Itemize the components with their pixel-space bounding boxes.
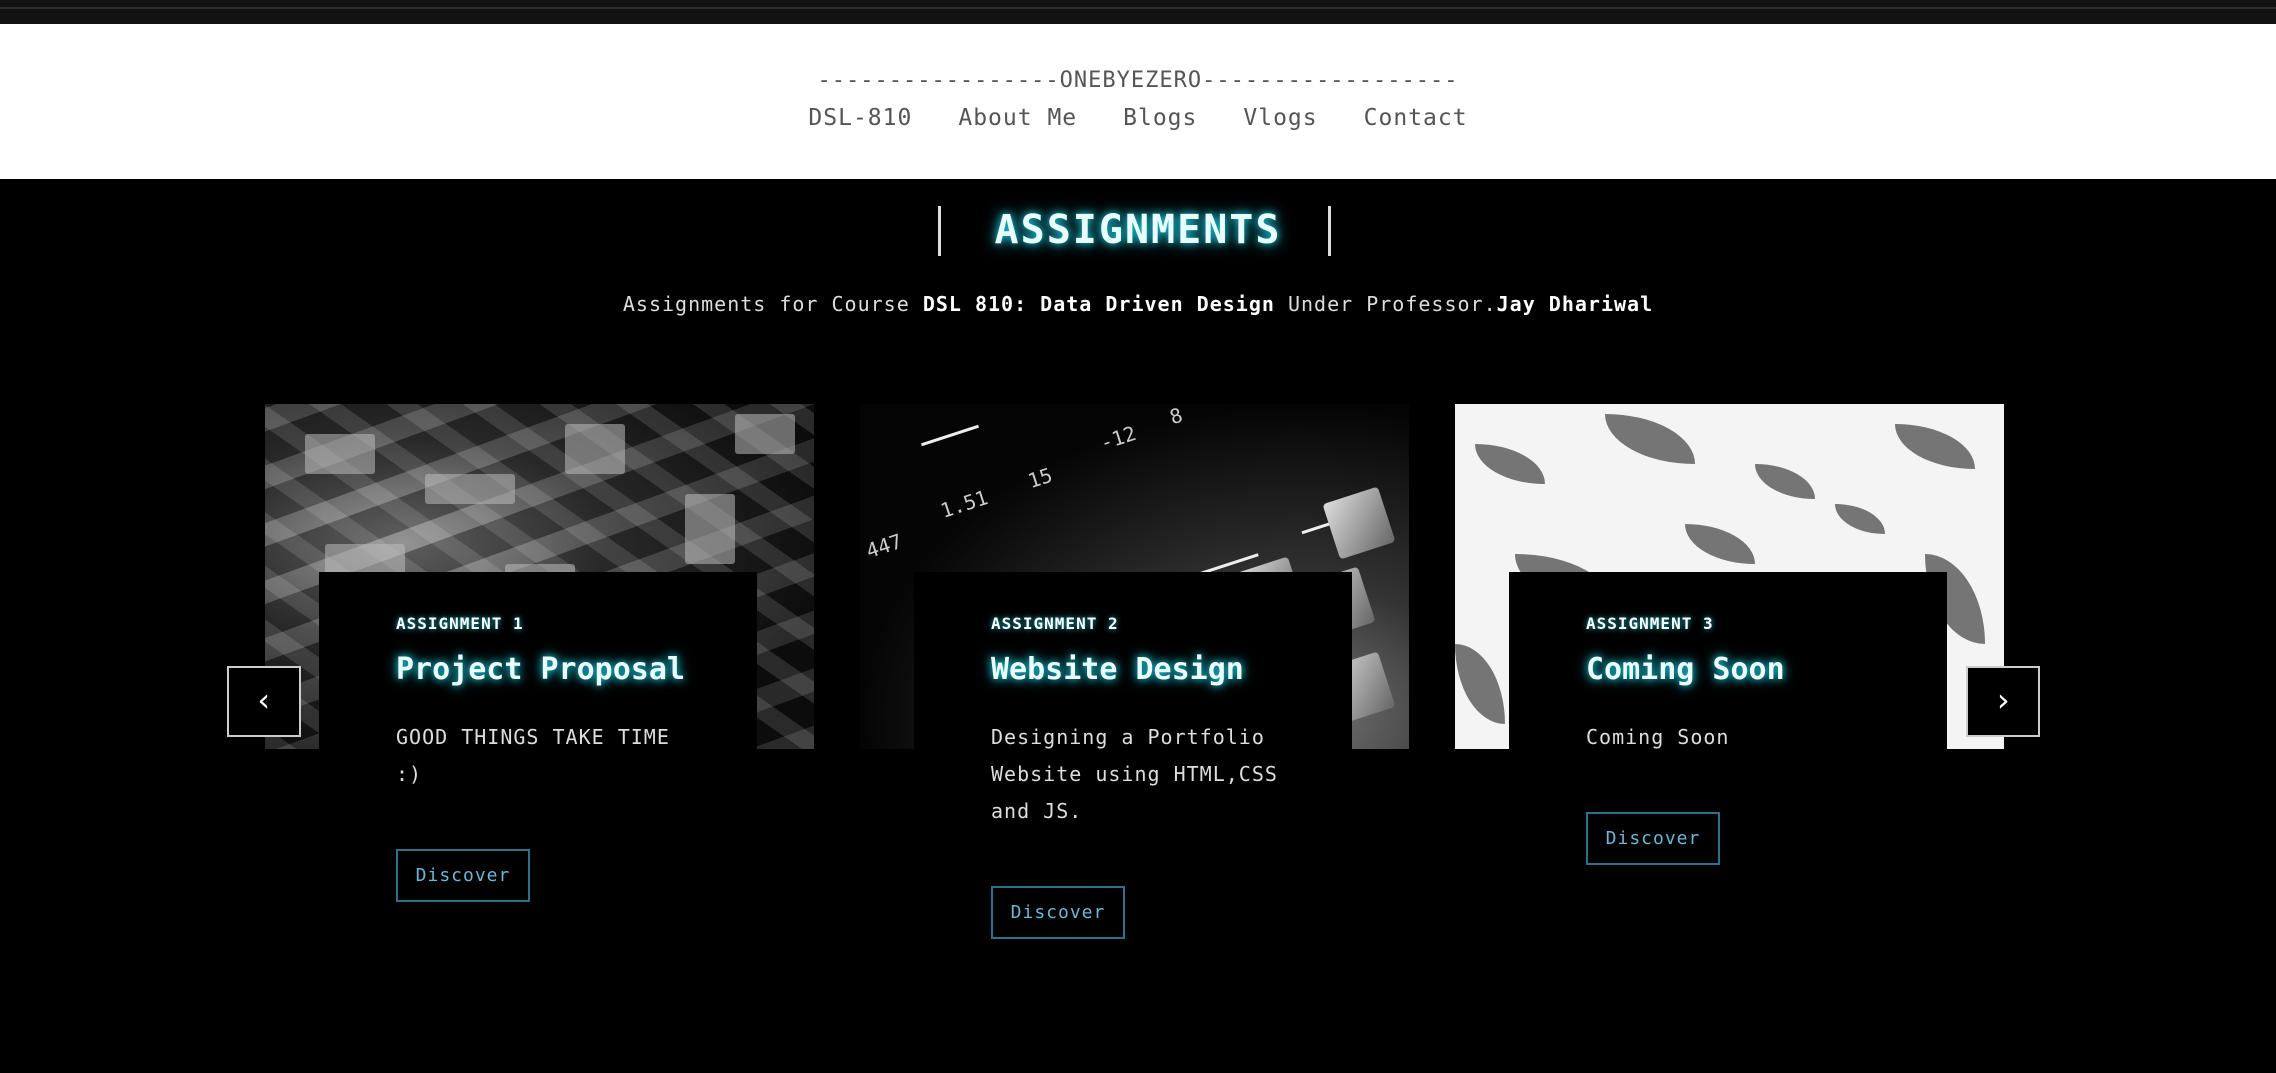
card-2-description: Designing a Portfolio Website using HTML… xyxy=(991,725,1278,823)
card-1-title: Project Proposal xyxy=(396,652,685,687)
card-3-discover-button[interactable]: Discover xyxy=(1586,812,1720,865)
image2-value-e: 8 xyxy=(1166,404,1186,430)
course-name: DSL 810: Data Driven Design xyxy=(922,292,1275,316)
browser-top-bar xyxy=(0,0,2276,26)
image2-value-d: 447 xyxy=(863,529,905,563)
card-3-title: Coming Soon xyxy=(1586,652,1785,687)
carousel-next-button[interactable]: › xyxy=(1966,666,2040,737)
nav-link-blogs[interactable]: Blogs xyxy=(1123,105,1197,131)
site-brand: -----------------ONEBYEZERO-------------… xyxy=(817,68,1459,93)
carousel-prev-button[interactable]: ‹ xyxy=(227,666,301,737)
image2-value-a: 1.51 xyxy=(937,485,991,523)
professor-name: Jay Dhariwal xyxy=(1496,292,1654,316)
card-3-content: ASSIGNMENT 3 Coming Soon Coming Soon Dis… xyxy=(1509,572,1947,865)
card-2-title: Website Design xyxy=(991,652,1244,687)
subtitle-middle: Under Professor. xyxy=(1274,292,1497,316)
nav-link-about-me[interactable]: About Me xyxy=(958,105,1077,131)
section-title: ASSIGNMENTS xyxy=(994,207,1282,253)
image2-value-b: 15 xyxy=(1024,462,1056,494)
assignments-section: ASSIGNMENTS Assignments for Course DSL 8… xyxy=(0,179,2276,1073)
image2-value-c: -12 xyxy=(1097,421,1139,455)
nav-link-vlogs[interactable]: Vlogs xyxy=(1243,105,1317,131)
card-2-content: ASSIGNMENT 2 Website Design Designing a … xyxy=(914,572,1352,939)
card-1-description: GOOD THINGS TAKE TIME :) xyxy=(396,725,670,786)
nav-link-contact[interactable]: Contact xyxy=(1364,105,1468,131)
card-1-discover-button[interactable]: Discover xyxy=(396,849,530,902)
card-2-label: ASSIGNMENT 2 xyxy=(991,614,1119,633)
card-2-discover-button[interactable]: Discover xyxy=(991,886,1125,939)
card-1-label: ASSIGNMENT 1 xyxy=(396,614,524,633)
nav-link-dsl-810[interactable]: DSL-810 xyxy=(808,105,912,131)
card-3-description: Coming Soon xyxy=(1586,725,1730,749)
main-nav: DSL-810 About Me Blogs Vlogs Contact xyxy=(0,105,2276,131)
site-header: -----------------ONEBYEZERO-------------… xyxy=(0,24,2276,179)
section-subtitle: Assignments for Course DSL 810: Data Dri… xyxy=(0,292,2276,316)
title-divider-right xyxy=(1328,206,1331,256)
card-1-content: ASSIGNMENT 1 Project Proposal GOOD THING… xyxy=(319,572,757,902)
subtitle-prefix: Assignments for Course xyxy=(622,292,923,316)
card-3-label: ASSIGNMENT 3 xyxy=(1586,614,1714,633)
